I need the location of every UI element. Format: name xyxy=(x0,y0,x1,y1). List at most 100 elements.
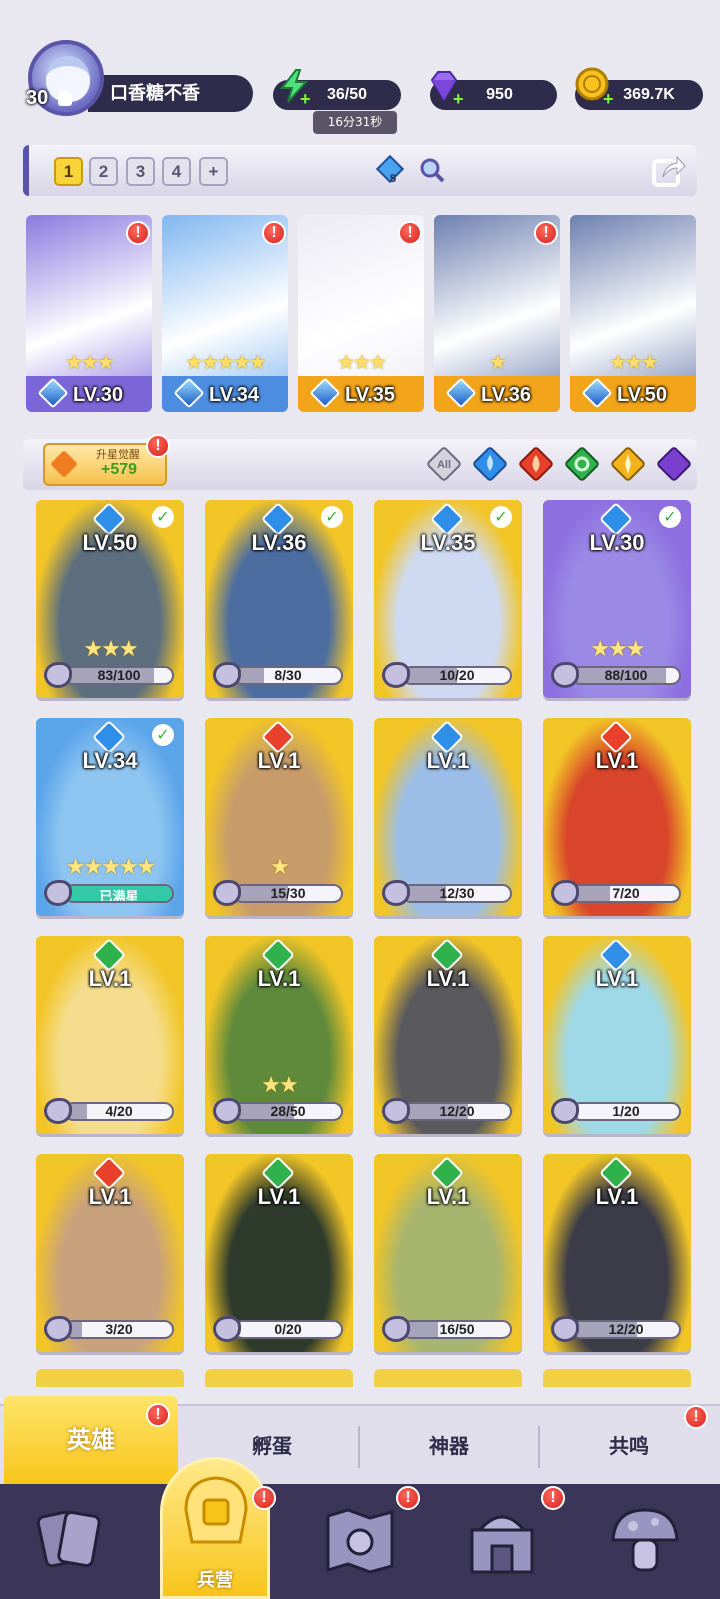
shard-icon xyxy=(382,662,410,688)
team-tab-3[interactable]: 3 xyxy=(126,157,155,186)
energy-value: 36/50 xyxy=(326,86,368,103)
shard-icon xyxy=(551,662,579,688)
hero-level: LV.1 xyxy=(257,748,301,773)
hero-card-partial xyxy=(36,1369,184,1387)
filter-wind-button[interactable] xyxy=(561,443,603,485)
hero-card[interactable]: LV.1 ★★ 28/50 xyxy=(205,936,353,1134)
hero-level: LV.1 xyxy=(426,748,470,773)
shard-progress-text: 8/30 xyxy=(274,667,302,683)
cards-icon[interactable] xyxy=(30,1500,110,1580)
filter-fire-button[interactable] xyxy=(515,443,557,485)
shard-progress: 12/20 xyxy=(402,1102,512,1121)
hero-card-partial xyxy=(543,1369,691,1387)
share-icon[interactable] xyxy=(651,153,687,189)
gem-count: 5 xyxy=(390,173,397,185)
map-alert-badge: ! xyxy=(396,1486,420,1510)
shard-progress-text: 83/100 xyxy=(97,667,141,683)
hero-card[interactable]: LV.1 12/20 xyxy=(374,936,522,1134)
hero-level: LV.1 xyxy=(595,966,639,991)
hero-level: LV.50 xyxy=(616,384,668,406)
hero-level: LV.34 xyxy=(208,384,260,406)
hero-stars: ★★★ xyxy=(65,350,115,374)
hero-card[interactable]: LV.1 4/20 xyxy=(36,936,184,1134)
shard-progress: 4/20 xyxy=(64,1102,174,1121)
shard-progress-text: 16/50 xyxy=(439,1321,475,1337)
hero-card[interactable]: LV.1 7/20 xyxy=(543,718,691,916)
shard-progress: 0/20 xyxy=(233,1320,343,1339)
shard-progress-text: 12/30 xyxy=(439,885,475,901)
awaken-label: 升星觉醒 xyxy=(96,448,140,461)
add-gems-icon[interactable]: + xyxy=(453,90,467,108)
hero-stars: ★★★ xyxy=(590,637,645,662)
shard-progress: 15/30 xyxy=(233,884,343,903)
shard-icon xyxy=(551,1316,579,1342)
team-tab-2[interactable]: 2 xyxy=(89,157,118,186)
hero-card[interactable]: LV.1 12/30 xyxy=(374,718,522,916)
add-energy-icon[interactable]: + xyxy=(300,90,314,108)
hero-card-partial xyxy=(374,1369,522,1387)
owned-check-icon: ✓ xyxy=(490,506,512,528)
hero-alert-badge: ! xyxy=(126,221,150,245)
castle-icon[interactable] xyxy=(462,1500,542,1580)
shard-progress-text: 15/30 xyxy=(270,885,306,901)
hero-card[interactable]: ✓ LV.35 10/20 xyxy=(374,500,522,698)
hero-card[interactable]: ✓ LV.34 ★★★★★ 已满星 xyxy=(36,718,184,916)
gem-value: 950 xyxy=(486,86,513,103)
awaken-alert-badge: ! xyxy=(146,434,170,458)
shard-progress-text: 88/100 xyxy=(604,667,648,683)
nav-barracks-label: 兵营 xyxy=(197,1570,233,1591)
hero-stars: ★★★ xyxy=(609,350,659,374)
filter-light-button[interactable] xyxy=(607,443,649,485)
shard-progress: 1/20 xyxy=(571,1102,681,1121)
owned-check-icon: ✓ xyxy=(152,506,174,528)
hero-card[interactable]: ✓ LV.36 8/30 xyxy=(205,500,353,698)
shard-progress: 12/30 xyxy=(402,884,512,903)
hero-card[interactable]: ✓ LV.30 ★★★ 88/100 xyxy=(543,500,691,698)
hero-card[interactable]: LV.1 1/20 xyxy=(543,936,691,1134)
shard-progress-text: 已满星 xyxy=(99,890,139,903)
hero-card[interactable]: ✓ LV.50 ★★★ 83/100 xyxy=(36,500,184,698)
hero-stars: ★★★★★ xyxy=(185,350,267,374)
hero-card[interactable]: LV.1 16/50 xyxy=(374,1154,522,1352)
filter-water-button[interactable] xyxy=(469,443,511,485)
shard-progress-text: 3/20 xyxy=(105,1321,133,1337)
team-hero-card[interactable]: ★ LV.36 xyxy=(434,215,560,412)
hero-card[interactable]: LV.1 3/20 xyxy=(36,1154,184,1352)
tab-artifact[interactable]: 神器 xyxy=(362,1404,536,1484)
owned-check-icon: ✓ xyxy=(659,506,681,528)
team-hero-card[interactable]: ★★★★★ LV.34 xyxy=(162,215,288,412)
hero-stars: ★★★ xyxy=(83,637,138,662)
ghost-icon xyxy=(58,90,72,106)
team-tab-1[interactable]: 1 xyxy=(54,157,83,186)
hero-level: LV.36 xyxy=(251,530,307,555)
hero-card[interactable]: LV.1 12/20 xyxy=(543,1154,691,1352)
shard-progress-text: 10/20 xyxy=(439,667,475,683)
shard-icon xyxy=(551,1098,579,1124)
hero-card[interactable]: LV.1 ★ 15/30 xyxy=(205,718,353,916)
shard-icon xyxy=(44,1316,72,1342)
hero-card[interactable]: LV.1 0/20 xyxy=(205,1154,353,1352)
awaken-value: +579 xyxy=(101,461,138,478)
team-tab-4[interactable]: 4 xyxy=(162,157,191,186)
barracks-alert-badge: ! xyxy=(252,1486,276,1510)
shard-icon xyxy=(213,880,241,906)
add-team-tab[interactable]: + xyxy=(199,157,228,186)
tab-divider xyxy=(358,1426,360,1468)
shard-progress: 8/30 xyxy=(233,666,343,685)
team-hero-card[interactable]: ★★★ LV.30 xyxy=(26,215,152,412)
filter-all-button[interactable]: All xyxy=(423,443,465,485)
filter-dark-button[interactable] xyxy=(653,443,695,485)
team-hero-card[interactable]: ★★★ LV.50 xyxy=(570,215,696,412)
hero-stars: ★★★★★ xyxy=(65,855,157,880)
shard-icon xyxy=(44,662,72,688)
search-icon[interactable] xyxy=(418,156,446,184)
owned-check-icon: ✓ xyxy=(152,724,174,746)
mushroom-icon[interactable] xyxy=(605,1500,685,1580)
player-name[interactable]: 口香糖不香 xyxy=(88,75,253,112)
map-icon[interactable] xyxy=(320,1500,400,1580)
add-coins-icon[interactable]: + xyxy=(603,90,617,108)
resonance-alert-badge: ! xyxy=(684,1405,708,1429)
team-hero-card[interactable]: ★★★ LV.35 xyxy=(298,215,424,412)
hero-level: LV.1 xyxy=(88,966,132,991)
shard-icon xyxy=(213,1316,241,1342)
